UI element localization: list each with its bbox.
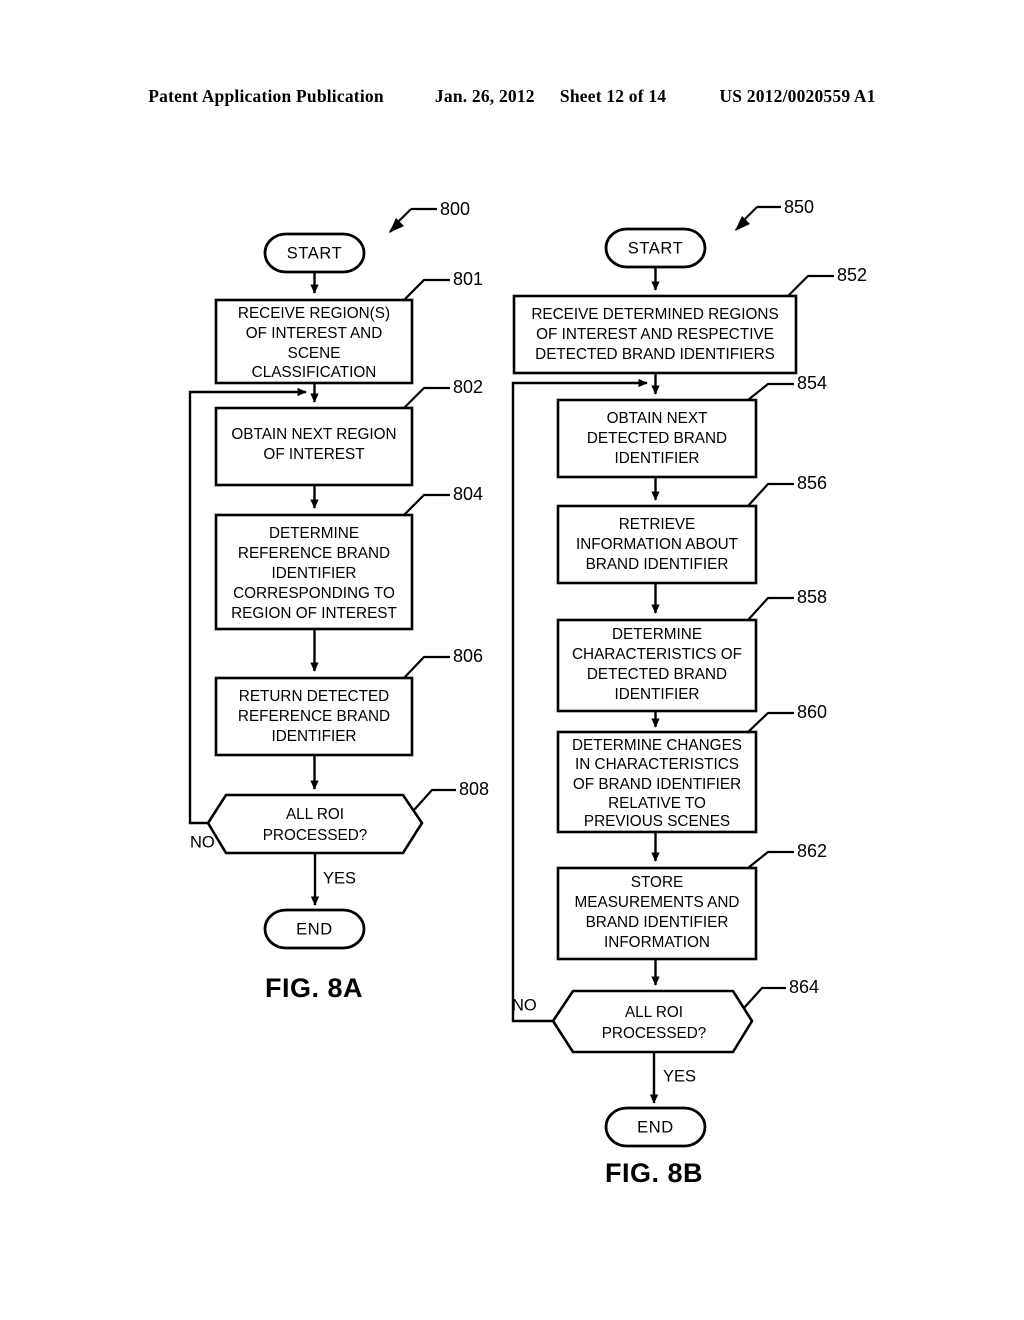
node-808-line-1: ALL ROI — [286, 806, 344, 823]
node-802-line-2: OF INTEREST — [263, 446, 364, 463]
node-804-ref: 804 — [453, 484, 483, 504]
node-862-line-1: STORE — [631, 874, 683, 891]
figure-8b-ref-leader: 850 — [735, 197, 814, 231]
node-862-line-2: MEASUREMENTS AND — [575, 894, 740, 911]
node-852-line-1: RECEIVE DETERMINED REGIONS — [531, 306, 778, 323]
node-808: ALL ROI PROCESSED? — [206, 793, 424, 855]
node-858-leader: 858 — [747, 587, 827, 621]
node-801-leader: 801 — [403, 269, 483, 301]
node-858-ref: 858 — [797, 587, 827, 607]
node-802: OBTAIN NEXT REGION OF INTEREST — [214, 406, 414, 487]
node-801-line-4: CLASSIFICATION — [252, 364, 377, 381]
figure-8b-caption: FIG. 8B — [605, 1158, 703, 1188]
node-862-line-3: BRAND IDENTIFIER — [586, 914, 729, 931]
node-858-line-1: DETERMINE — [612, 626, 702, 643]
node-854: OBTAIN NEXT DETECTED BRAND IDENTIFIER — [556, 398, 758, 479]
node-801-ref: 801 — [453, 269, 483, 289]
node-858-line-4: IDENTIFIER — [615, 686, 700, 703]
node-862: STORE MEASUREMENTS AND BRAND IDENTIFIER … — [556, 866, 758, 961]
node-860-line-4: RELATIVE TO — [608, 795, 706, 812]
node-806-leader: 806 — [403, 646, 483, 679]
node-804-line-4: CORRESPONDING TO — [233, 585, 395, 602]
node-804-line-2: REFERENCE BRAND — [238, 545, 390, 562]
node-801-line-1: RECEIVE REGION(S) — [238, 305, 390, 322]
branch-yes-8b-label: YES — [663, 1067, 696, 1085]
node-start-8a-label: START — [287, 244, 343, 262]
figure-surface: 800 START RECEIVE REGION(S) OF INTEREST … — [0, 0, 1024, 1320]
figure-8a-ref-number: 800 — [440, 199, 470, 219]
node-802-line-1: OBTAIN NEXT REGION — [231, 426, 396, 443]
node-806-line-3: IDENTIFIER — [272, 728, 357, 745]
node-804: DETERMINE REFERENCE BRAND IDENTIFIER COR… — [214, 513, 414, 631]
node-852-ref: 852 — [837, 265, 867, 285]
node-802-ref: 802 — [453, 377, 483, 397]
node-806: RETURN DETECTED REFERENCE BRAND IDENTIFI… — [214, 676, 414, 757]
node-858: DETERMINE CHARACTERISTICS OF DETECTED BR… — [556, 618, 758, 713]
figure-8a-ref-leader: 800 — [389, 199, 470, 233]
node-804-line-1: DETERMINE — [269, 525, 359, 542]
node-808-ref: 808 — [459, 779, 489, 799]
figure-8a-caption: FIG. 8A — [265, 973, 363, 1003]
node-856: RETRIEVE INFORMATION ABOUT BRAND IDENTIF… — [556, 504, 758, 585]
node-804-line-3: IDENTIFIER — [272, 565, 357, 582]
node-end-8a-label: END — [296, 920, 333, 938]
node-854-line-3: IDENTIFIER — [615, 450, 700, 467]
node-end-8b: END — [604, 1106, 707, 1148]
node-860-line-1: DETERMINE CHANGES — [572, 737, 742, 754]
node-860-line-5: PREVIOUS SCENES — [584, 813, 730, 830]
node-856-line-2: INFORMATION ABOUT — [576, 536, 738, 553]
node-856-line-3: BRAND IDENTIFIER — [586, 556, 729, 573]
node-860-line-2: IN CHARACTERISTICS — [575, 756, 739, 773]
node-808-leader: 808 — [413, 779, 489, 811]
branch-yes-8a-label: YES — [323, 869, 356, 887]
node-862-line-4: INFORMATION — [604, 934, 710, 951]
node-start-8b: START — [604, 227, 707, 269]
node-806-line-2: REFERENCE BRAND — [238, 708, 390, 725]
node-852-line-2: OF INTEREST AND RESPECTIVE — [536, 326, 774, 343]
node-862-ref: 862 — [797, 841, 827, 861]
node-858-line-3: DETECTED BRAND — [587, 666, 727, 683]
node-860: DETERMINE CHANGES IN CHARACTERISTICS OF … — [556, 730, 758, 834]
node-804-line-5: REGION OF INTEREST — [231, 605, 397, 622]
branch-no-8b-label: NO — [512, 996, 537, 1014]
node-801: RECEIVE REGION(S) OF INTEREST AND SCENE … — [214, 298, 414, 385]
node-860-ref: 860 — [797, 702, 827, 722]
node-864-line-2: PROCESSED? — [602, 1025, 707, 1042]
figure-8b-ref-number: 850 — [784, 197, 814, 217]
node-start-8b-label: START — [628, 239, 684, 257]
node-854-leader: 854 — [747, 373, 827, 401]
node-854-line-1: OBTAIN NEXT — [607, 410, 708, 427]
node-end-8b-label: END — [637, 1118, 674, 1136]
node-808-line-2: PROCESSED? — [263, 827, 368, 844]
node-854-line-2: DETECTED BRAND — [587, 430, 727, 447]
node-852-leader: 852 — [787, 265, 867, 297]
node-804-leader: 804 — [403, 484, 483, 516]
node-801-line-3: SCENE — [288, 345, 341, 362]
node-862-leader: 862 — [747, 841, 827, 869]
figure-8a: 800 START RECEIVE REGION(S) OF INTEREST … — [188, 199, 489, 1003]
node-801-line-2: OF INTEREST AND — [246, 325, 383, 342]
figure-8b: 850 START RECEIVE DETERMINED REGIONS OF … — [511, 197, 867, 1188]
node-856-leader: 856 — [747, 473, 827, 507]
node-856-ref: 856 — [797, 473, 827, 493]
node-864-ref: 864 — [789, 977, 819, 997]
node-858-line-2: CHARACTERISTICS OF — [572, 646, 742, 663]
branch-no-8a-label: NO — [190, 833, 215, 851]
node-864-leader: 864 — [743, 977, 819, 1009]
node-852-line-3: DETECTED BRAND IDENTIFIERS — [535, 346, 775, 363]
node-864-line-1: ALL ROI — [625, 1004, 683, 1021]
node-start-8a: START — [263, 232, 366, 274]
node-860-leader: 860 — [747, 702, 827, 733]
node-end-8a: END — [263, 908, 366, 950]
node-860-line-3: OF BRAND IDENTIFIER — [573, 776, 741, 793]
node-854-ref: 854 — [797, 373, 827, 393]
node-856-line-1: RETRIEVE — [619, 516, 696, 533]
node-806-line-1: RETURN DETECTED — [239, 688, 389, 705]
node-852: RECEIVE DETERMINED REGIONS OF INTEREST A… — [512, 294, 798, 375]
node-864: ALL ROI PROCESSED? — [551, 989, 754, 1054]
node-806-ref: 806 — [453, 646, 483, 666]
node-802-leader: 802 — [403, 377, 483, 409]
